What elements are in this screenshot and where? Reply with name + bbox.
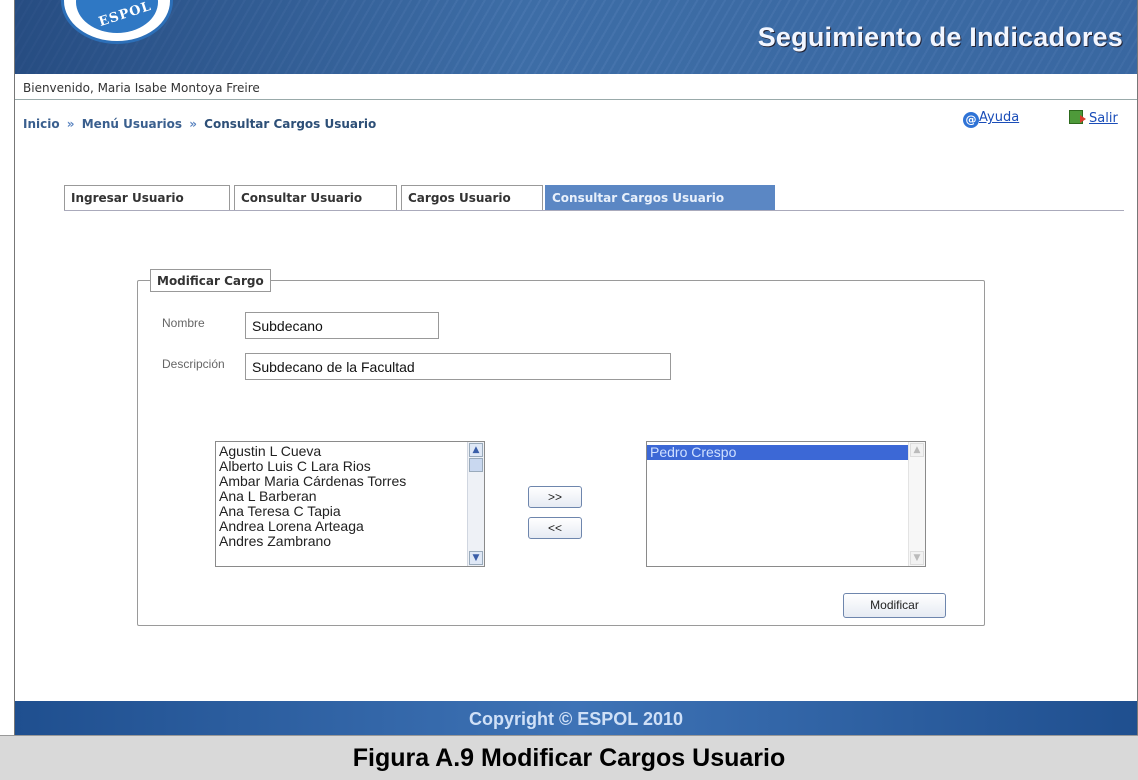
nombre-input[interactable]: Subdecano xyxy=(245,312,439,339)
figure-caption-bar: Figura A.9 Modificar Cargos Usuario xyxy=(0,735,1138,780)
breadcrumb-current: Consultar Cargos Usuario xyxy=(204,117,377,131)
scroll-up-icon[interactable]: ▲ xyxy=(469,443,483,457)
site-title: Seguimiento de Indicadores xyxy=(757,22,1123,52)
breadcrumb-separator: » xyxy=(66,117,75,131)
help-link-group[interactable]: @ Ayuda xyxy=(963,110,1019,128)
copyright-text: Copyright © ESPOL 2010 xyxy=(469,709,683,729)
list-item[interactable]: Ana Teresa C Tapia xyxy=(216,504,484,519)
tab-bar: Ingresar Usuario Consultar Usuario Cargo… xyxy=(64,185,1124,211)
modificar-cargo-fieldset: Modificar Cargo Nombre Subdecano Descrip… xyxy=(137,269,985,626)
site-header: ESPOL Seguimiento de Indicadores xyxy=(15,0,1137,74)
list-item[interactable]: Andres Zambrano xyxy=(216,534,484,549)
descripcion-input[interactable]: Subdecano de la Facultad xyxy=(245,353,671,380)
remove-user-button[interactable]: << xyxy=(528,517,582,539)
exit-link[interactable]: Salir xyxy=(1089,111,1118,126)
assigned-users-listbox[interactable]: Pedro Crespo ▲ ▼ xyxy=(646,441,926,567)
breadcrumb: Inicio » Menú Usuarios » Consultar Cargo… xyxy=(23,117,376,131)
list-item[interactable]: Andrea Lorena Arteaga xyxy=(216,519,484,534)
breadcrumb-separator: » xyxy=(189,117,197,131)
list-item[interactable]: Ana L Barberan xyxy=(216,489,484,504)
scroll-down-icon[interactable]: ▼ xyxy=(469,551,483,565)
available-users-listbox[interactable]: Agustin L Cueva Alberto Luis C Lara Rios… xyxy=(215,441,485,567)
modificar-button[interactable]: Modificar xyxy=(843,593,946,618)
tab-cargos-usuario[interactable]: Cargos Usuario xyxy=(401,185,543,210)
tab-consultar-cargos-usuario[interactable]: Consultar Cargos Usuario xyxy=(545,185,775,210)
list-item[interactable]: Pedro Crespo xyxy=(647,445,925,460)
list-item[interactable]: Ambar Maria Cárdenas Torres xyxy=(216,474,484,489)
app-window: ESPOL Seguimiento de Indicadores Bienven… xyxy=(14,0,1138,735)
welcome-bar: Bienvenido, Maria Isabe Montoya Freire xyxy=(15,74,1137,100)
breadcrumb-menu-usuarios[interactable]: Menú Usuarios xyxy=(82,117,182,131)
add-user-button[interactable]: >> xyxy=(528,486,582,508)
scrollbar[interactable]: ▲ ▼ xyxy=(467,442,484,566)
scroll-up-icon[interactable]: ▲ xyxy=(910,443,924,457)
list-item[interactable]: Agustin L Cueva xyxy=(216,444,484,459)
descripcion-label: Descripción xyxy=(162,357,225,371)
site-footer: Copyright © ESPOL 2010 xyxy=(15,701,1137,735)
welcome-text: Bienvenido, Maria Isabe Montoya Freire xyxy=(23,81,260,95)
exit-icon[interactable] xyxy=(1069,110,1086,124)
scrollbar[interactable]: ▲ ▼ xyxy=(908,442,925,566)
tab-ingresar-usuario[interactable]: Ingresar Usuario xyxy=(64,185,230,210)
breadcrumb-home[interactable]: Inicio xyxy=(23,117,60,131)
help-link[interactable]: Ayuda xyxy=(979,110,1019,125)
exit-link-group[interactable]: Salir xyxy=(1069,110,1118,126)
scroll-down-icon[interactable]: ▼ xyxy=(910,551,924,565)
nombre-label: Nombre xyxy=(162,316,205,330)
help-icon[interactable]: @ xyxy=(963,112,979,128)
figure-caption: Figura A.9 Modificar Cargos Usuario xyxy=(352,744,786,772)
list-item[interactable]: Alberto Luis C Lara Rios xyxy=(216,459,484,474)
fieldset-legend: Modificar Cargo xyxy=(150,269,271,292)
scroll-thumb[interactable] xyxy=(469,458,483,472)
tab-consultar-usuario[interactable]: Consultar Usuario xyxy=(234,185,397,210)
